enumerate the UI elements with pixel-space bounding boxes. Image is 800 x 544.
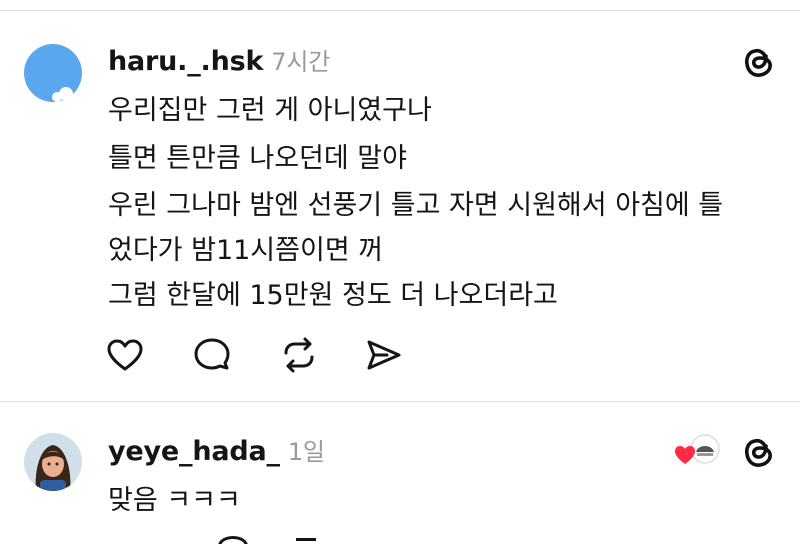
post-text-line: 맞음 ㅋㅋㅋ	[108, 485, 241, 516]
post-time: 1일	[287, 438, 325, 466]
post-time: 7시간	[271, 48, 331, 76]
avatar[interactable]	[24, 433, 82, 491]
threads-icon[interactable]	[738, 432, 778, 472]
heart-icon[interactable]	[106, 336, 144, 374]
post-text-line: 틀면 튼만큼 나오던데 말야	[108, 143, 407, 174]
post-text-line: 우린 그나마 밤엔 선풍기 틀고 자면 시원해서 아침에 틀	[108, 190, 724, 221]
repost-icon[interactable]	[296, 538, 316, 544]
threads-icon[interactable]	[738, 42, 778, 82]
comment-icon[interactable]	[193, 336, 231, 374]
top-divider	[0, 10, 800, 11]
avatar-image	[24, 44, 82, 102]
post-divider	[0, 401, 800, 402]
username[interactable]: yeye_hada_ 1일	[108, 432, 325, 467]
comment-icon[interactable]	[218, 536, 248, 544]
share-icon[interactable]	[365, 336, 403, 374]
repost-icon[interactable]	[280, 336, 318, 374]
post-text-line: 그럼 한달에 15만원 정도 더 나오더라고	[108, 280, 558, 311]
post-text-line: 었다가 밤11시쯤이면 꺼	[108, 235, 384, 266]
post-text-line: 우리집만 그런 게 아니였구나	[108, 95, 432, 126]
username-text[interactable]: haru._.hsk	[108, 46, 263, 77]
username-text[interactable]: yeye_hada_	[108, 436, 280, 467]
liked-by-author-badge	[674, 433, 722, 467]
username[interactable]: haru._.hsk 7시간	[108, 42, 330, 77]
avatar-image	[24, 433, 82, 491]
action-bar-partial	[0, 536, 800, 544]
avatar[interactable]	[24, 44, 82, 102]
